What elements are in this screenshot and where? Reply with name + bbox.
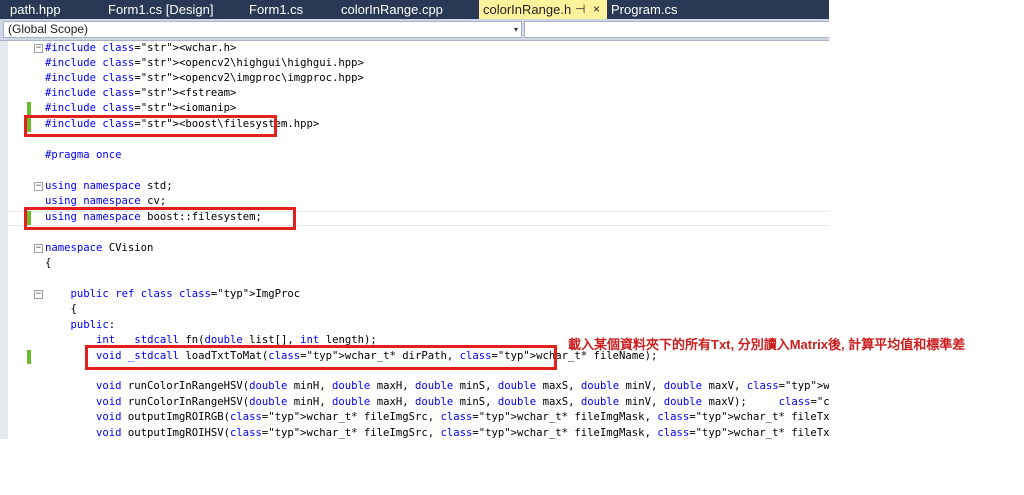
- code-line: void runColorInRangeHSV(double minH, dou…: [8, 395, 829, 410]
- scope-dropdown[interactable]: (Global Scope) ▾: [3, 21, 522, 38]
- pin-icon[interactable]: ⊣: [575, 0, 585, 19]
- code-text: using namespace std;: [45, 180, 173, 192]
- code-line: − #include class="str"><wchar.h>: [8, 41, 829, 56]
- tab-label: colorInRange.h: [483, 2, 572, 17]
- code-text: #include class="str"><opencv2\imgproc\im…: [45, 72, 364, 84]
- navigation-bar: (Global Scope) ▾: [0, 19, 829, 41]
- code-line: #include class="str"><opencv2\highgui\hi…: [8, 56, 829, 71]
- code-line: void runColorInRangeHSV(double minH, dou…: [8, 379, 829, 394]
- highlight-box-include-boost: [24, 115, 277, 137]
- code-area[interactable]: − #include class="str"><wchar.h> #includ…: [8, 41, 829, 439]
- change-marker: [27, 102, 31, 116]
- tab-label: colorInRange.cpp: [341, 2, 443, 17]
- highlight-box-using-boost: [24, 207, 296, 230]
- code-text: #include class="str"><wchar.h>: [45, 42, 237, 54]
- code-text: #pragma once: [45, 149, 122, 161]
- code-editor-window: path.hpp Form1.cs [Design] Form1.cs colo…: [0, 0, 829, 439]
- code-line: #include class="str"><fstream>: [8, 86, 829, 101]
- code-line: #pragma once: [8, 148, 829, 163]
- member-dropdown[interactable]: [524, 21, 829, 38]
- tab-label: path.hpp: [10, 2, 61, 17]
- tab-colorinrange-h[interactable]: colorInRange.h ⊣ ×: [479, 0, 607, 19]
- tab-label: Program.cs: [611, 2, 678, 17]
- tab-path-hpp[interactable]: path.hpp: [6, 0, 82, 19]
- code-line: public:: [8, 318, 829, 333]
- scope-value: (Global Scope): [8, 22, 89, 36]
- annotation-text: 載入某個資料夾下的所有Txt, 分別讀入Matrix後, 計算平均值和標準差: [568, 337, 966, 352]
- fold-toggle-icon[interactable]: −: [34, 244, 43, 253]
- code-line: − public ref class class="typ">ImgProc: [8, 287, 829, 302]
- close-icon[interactable]: ×: [593, 0, 600, 19]
- code-text: #include class="str"><opencv2\highgui\hi…: [45, 57, 364, 69]
- fold-toggle-icon[interactable]: −: [34, 44, 43, 53]
- tab-form1-design[interactable]: Form1.cs [Design]: [104, 0, 224, 19]
- tab-label: Form1.cs [Design]: [108, 2, 214, 17]
- fold-toggle-icon[interactable]: −: [34, 290, 43, 299]
- change-marker: [27, 350, 31, 364]
- code-line: − namespace CVision: [8, 241, 829, 256]
- code-text: public:: [70, 319, 116, 331]
- highlight-box-loadtxttomat: [85, 345, 557, 370]
- code-text: void outputImgROIHSV(class="typ">wchar_t…: [96, 427, 829, 439]
- code-line: void outputImgROIRGB(class="typ">wchar_t…: [8, 410, 829, 425]
- document-tab-bar: path.hpp Form1.cs [Design] Form1.cs colo…: [0, 0, 829, 19]
- tab-label: Form1.cs: [249, 2, 304, 17]
- code-line: {: [8, 302, 829, 317]
- fold-toggle-icon[interactable]: −: [34, 182, 43, 191]
- code-text: {: [45, 303, 77, 315]
- code-line: #include class="str"><opencv2\imgproc\im…: [8, 71, 829, 86]
- code-text: void runColorInRangeHSV(double minH, dou…: [96, 396, 829, 408]
- code-text: #include class="str"><iomanip>: [45, 102, 237, 114]
- code-line: #include class="str"><iomanip>: [8, 101, 829, 116]
- code-text: #include class="str"><fstream>: [45, 87, 237, 99]
- tab-form1-cs[interactable]: Form1.cs: [245, 0, 321, 19]
- code-line: {: [8, 256, 829, 271]
- code-line: void outputImgROIHSV(class="typ">wchar_t…: [8, 426, 829, 439]
- chevron-down-icon: ▾: [513, 25, 518, 34]
- code-text: void outputImgROIRGB(class="typ">wchar_t…: [96, 411, 829, 423]
- code-text: {: [45, 257, 52, 269]
- code-text: void runColorInRangeHSV(double minH, dou…: [96, 380, 829, 392]
- selection-margin: [0, 41, 8, 439]
- code-line: − using namespace std;: [8, 179, 829, 194]
- tab-colorinrange-cpp[interactable]: colorInRange.cpp: [337, 0, 469, 19]
- code-text: namespace CVision: [45, 242, 154, 254]
- tab-program-cs[interactable]: Program.cs: [607, 0, 697, 19]
- code-text: public ref class class="typ">ImgProc: [70, 288, 301, 300]
